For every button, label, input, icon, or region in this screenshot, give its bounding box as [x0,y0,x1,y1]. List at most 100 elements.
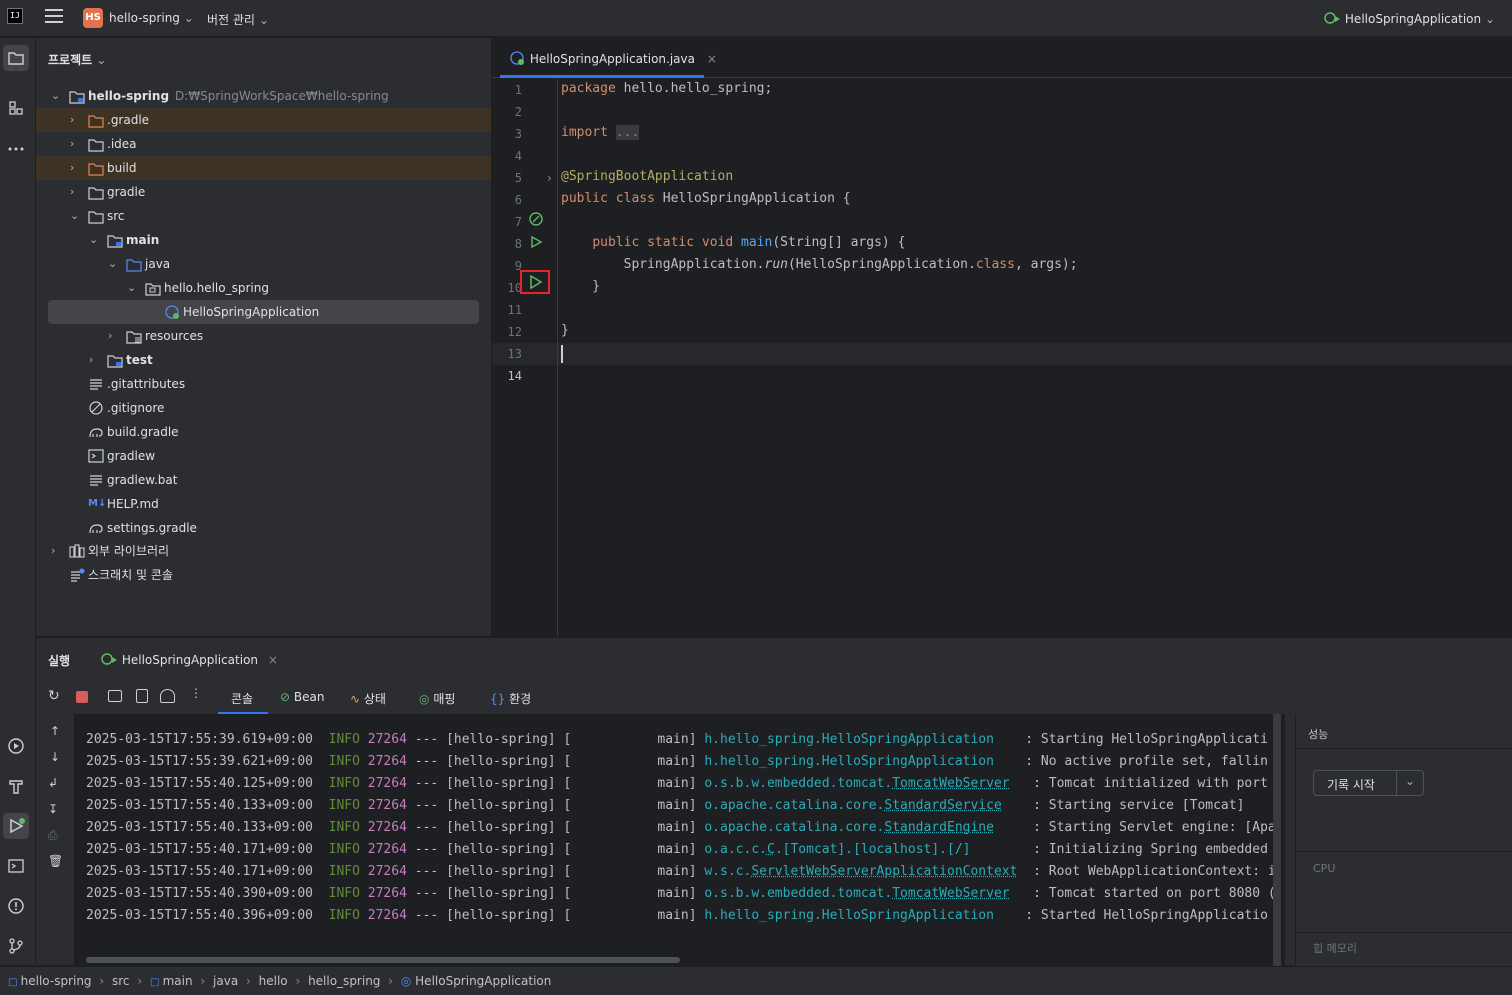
record-button[interactable]: 기록 시작 ⌄ [1313,770,1424,796]
arrow-up-icon[interactable]: ↑ [50,724,60,738]
run-config-selector[interactable]: HelloSpringApplication ⌄ [1323,11,1495,26]
tree-item-package[interactable]: ⌄ hello.hello_spring [36,276,491,300]
log-logger-link[interactable]: TomcatWebServer [892,776,1009,791]
package-icon [145,283,161,296]
run-tool-icon[interactable] [3,813,29,839]
chevron-right-icon[interactable]: › [70,180,80,204]
tree-item-java[interactable]: ⌄ java [36,252,491,276]
intellij-logo-icon[interactable]: IJ [7,8,23,24]
tree-item-gradlew-bat[interactable]: gradlew.bat [36,468,491,492]
project-panel-header[interactable]: 프로젝트 ⌄ [48,51,106,68]
editor-tab-active[interactable]: HelloSpringApplication.java × [500,38,727,78]
run-gutter-highlight[interactable] [520,270,550,294]
build-tool-icon[interactable] [3,773,29,799]
print-icon[interactable]: ⎙ [48,828,58,843]
breadcrumb-item[interactable]: hello [259,974,288,988]
breadcrumb-item[interactable]: java [213,974,238,988]
tree-item-hello-spring-application[interactable]: HelloSpringApplication [48,300,479,324]
terminal-tool-icon[interactable] [3,853,29,879]
chevron-right-icon[interactable]: › [108,324,118,348]
chevron-right-icon[interactable]: › [70,156,80,180]
tree-item-build-gradle[interactable]: build.gradle [36,420,491,444]
tree-label: 외부 라이브러리 [88,544,170,558]
tree-item-help-md[interactable]: M↓ HELP.md [36,492,491,516]
project-tool-icon[interactable] [3,45,29,71]
camera-icon[interactable] [108,690,122,702]
chevron-right-icon[interactable]: › [70,132,80,156]
chevron-down-icon[interactable]: ⌄ [70,204,80,228]
tree-item-scratches[interactable]: 스크래치 및 콘솔 [36,563,491,587]
spring-bean-gutter-icon[interactable] [528,211,544,227]
tree-item-build[interactable]: › build [36,156,491,180]
spring-run-icon [101,653,117,665]
tree-item-resources[interactable]: › resources [36,324,491,348]
breadcrumb-item[interactable]: main [163,974,193,988]
git-tool-icon[interactable] [3,933,29,959]
chevron-right-icon: › [384,974,397,988]
code-line: public static void main(String[] args) { [592,235,906,250]
fold-chevron-icon[interactable]: › [547,171,552,185]
log-logger-link[interactable]: StandardService [884,798,1001,813]
chevron-down-icon[interactable]: ⌄ [127,276,137,300]
subtab-mappings[interactable]: ◎ 매핑 [419,690,455,707]
chevron-right-icon: › [95,974,108,988]
tree-item-gitignore[interactable]: .gitignore [36,396,491,420]
chevron-right-icon[interactable]: › [89,348,99,372]
close-icon[interactable]: × [268,653,278,667]
subtab-environment[interactable]: {} 환경 [490,690,531,707]
log-logger-link[interactable]: ServletWebServerApplicationContext [751,864,1017,879]
chevron-right-icon[interactable]: › [70,108,80,132]
chevron-down-icon[interactable]: ⌄ [1405,774,1415,788]
subtab-console[interactable]: 콘솔 [218,680,268,714]
project-badge[interactable]: HS [83,8,103,28]
run-gutter-icon[interactable] [528,234,544,250]
tree-item-test[interactable]: › test [36,348,491,372]
tree-item-gitattributes[interactable]: .gitattributes [36,372,491,396]
structure-tool-icon[interactable] [3,95,29,121]
console-output[interactable]: 2025-03-15T17:55:39.619+09:00 INFO 27264… [74,714,1285,966]
breadcrumb-item[interactable]: hello_spring [308,974,380,988]
vcs-menu[interactable]: 버전 관리 ⌄ [207,11,269,28]
log-logger-link[interactable]: C [767,842,775,857]
tree-item-root[interactable]: ⌄ hello-spring D:₩SpringWorkSpace₩hello-s… [36,84,491,108]
tree-item-idea[interactable]: › .idea [36,132,491,156]
breadcrumb-item[interactable]: hello-spring [21,974,92,988]
log-logger-link[interactable]: StandardEngine [884,820,994,835]
project-selector[interactable]: hello-spring ⌄ [109,11,194,25]
soft-wrap-icon[interactable]: ↲ [48,776,58,790]
stop-icon[interactable] [76,691,88,703]
chevron-down-icon[interactable]: ⌄ [89,228,99,252]
trash-icon[interactable]: 🗑 [48,854,63,868]
subtab-health[interactable]: ∿ 상태 [350,690,386,707]
tree-item-gradlew[interactable]: gradlew [36,444,491,468]
chevron-down-icon[interactable]: ⌄ [51,84,61,108]
arrow-down-icon[interactable]: ↓ [50,750,60,764]
rerun-icon[interactable]: ↻ [48,688,60,704]
close-icon[interactable]: × [707,52,717,66]
more-vertical-icon[interactable]: ⋮ [190,686,202,700]
subtab-bean[interactable]: ⊘ Bean [280,690,324,704]
vertical-scrollbar[interactable] [1273,714,1281,966]
log-logger-link[interactable]: TomcatWebServer [892,886,1009,901]
shell-script-icon [88,449,104,463]
tree-item-main[interactable]: ⌄ main [36,228,491,252]
tree-item-dot-gradle[interactable]: › .gradle [36,108,491,132]
scroll-to-end-icon[interactable]: ↧ [48,802,58,816]
horizontal-scrollbar[interactable] [86,957,680,963]
more-tools-icon[interactable] [3,136,29,162]
tree-item-src[interactable]: ⌄ src [36,204,491,228]
chevron-right-icon[interactable]: › [51,539,61,563]
exit-icon[interactable] [136,689,148,703]
services-tool-icon[interactable] [3,733,29,759]
run-tab[interactable]: HelloSpringApplication × [100,652,278,667]
log-message: : Starting service [Tomcat] [1033,798,1245,813]
profiler-icon[interactable] [160,689,175,703]
chevron-down-icon[interactable]: ⌄ [108,252,118,276]
main-menu-icon[interactable] [45,9,63,25]
breadcrumb-item[interactable]: HelloSpringApplication [415,974,551,988]
problems-tool-icon[interactable] [3,893,29,919]
tree-item-settings-gradle[interactable]: settings.gradle [36,516,491,540]
tree-item-external-libraries[interactable]: › 외부 라이브러리 [36,539,491,563]
breadcrumb-item[interactable]: src [112,974,130,988]
tree-item-gradle[interactable]: › gradle [36,180,491,204]
